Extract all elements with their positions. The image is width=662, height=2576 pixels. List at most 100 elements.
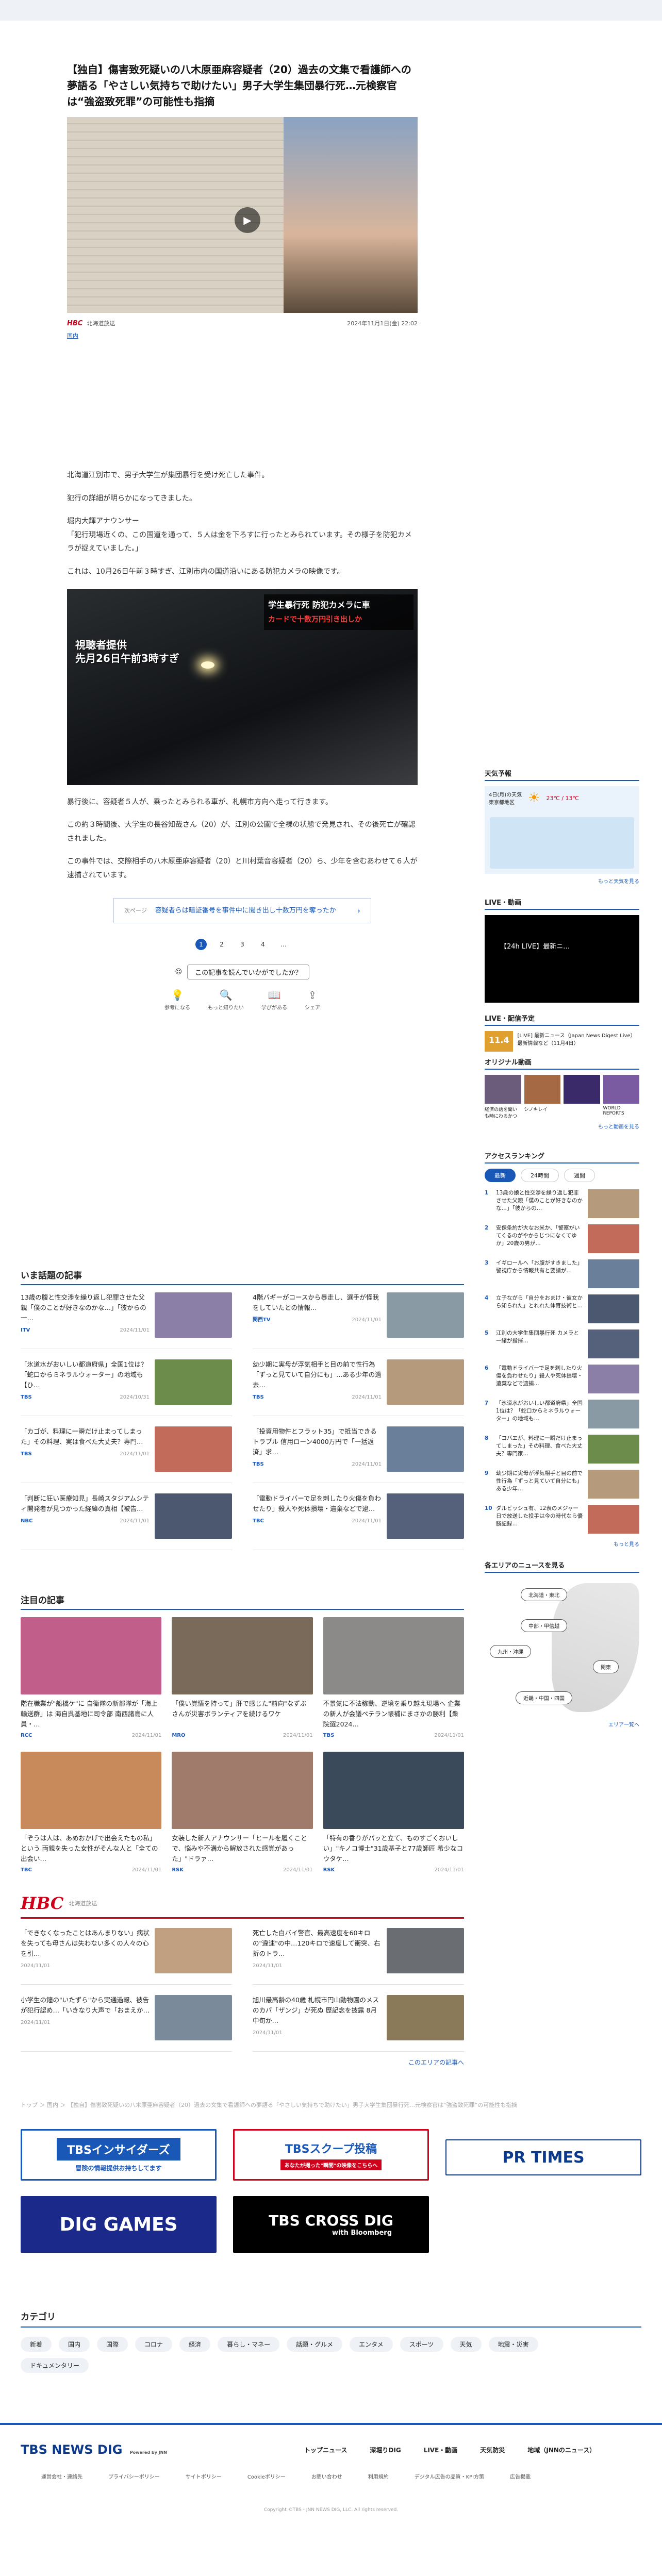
share-button[interactable]: ⇪ シェア [305,989,320,1011]
footer-nav-link[interactable]: 天気防災 [480,2446,505,2454]
ranking-item[interactable]: 3 イギロールへ「お腹がすきました」警視庁から情報共有と要請が… [485,1259,639,1288]
ranking-item[interactable]: 2 安保条約が大なお米か、「警察がいてくるのがやからじつになくてゆか」20歳の男が… [485,1224,639,1253]
trending-article[interactable]: 「氷道水がおいしい都道府県」全国1位は？「蛇口からミネラルウォーター」の地域も【… [21,1359,232,1416]
tab-weekly[interactable]: 週間 [564,1169,595,1182]
footer-sub-link[interactable]: 運営会社・連絡先 [41,2472,82,2480]
crossdig-banner[interactable]: TBS CROSS DIG with Bloomberg [233,2196,429,2253]
page-2[interactable]: 2 [216,939,227,950]
orig-video[interactable] [564,1075,600,1119]
category-chip[interactable]: コロナ [135,2337,173,2352]
area-hokkaido-tohoku[interactable]: 北海道・東北 [521,1588,567,1601]
area-kinki[interactable]: 近畿・中国・四国 [516,1691,572,1704]
reaction-helpful[interactable]: 💡 参考になる [164,989,190,1011]
ranking-item[interactable]: 8 「コバエが、料理に一瞬だけ止まってしまった」その料理、食べた大丈夫？専門家… [485,1435,639,1464]
footer-nav-link[interactable]: トップニュース [304,2446,347,2454]
page-3[interactable]: 3 [237,939,248,950]
footer-sub-link[interactable]: 広告掲載 [510,2472,531,2480]
page-4[interactable]: 4 [257,939,269,950]
category-chip[interactable]: 経済 [179,2337,211,2352]
footer-nav-link[interactable]: 深堀りDIG [370,2446,401,2454]
next-page-promo[interactable]: 次ページ 容疑者らは暗証番号を事件中に聞き出し十数万円を奪ったか › [113,898,371,924]
ranking-thumbnail [588,1470,639,1499]
article-thumbnail [172,1617,313,1694]
article-tag-link[interactable]: 国内 [67,331,78,340]
article-date: 2024/10/31 [120,1394,150,1400]
category-chip[interactable]: 話題・グルメ [287,2337,343,2352]
category-chip[interactable]: 天気 [450,2337,482,2352]
category-chip[interactable]: スポーツ [400,2337,443,2352]
category-chip[interactable]: 国際 [97,2337,128,2352]
footer-nav-link[interactable]: LIVE・動画 [424,2446,458,2454]
ranking-item[interactable]: 6 「電動ドライバーで足を刺したり火傷を負わせたり」殺人や死体損壊・遺棄などで逮捕… [485,1365,639,1393]
category-chip[interactable]: 地震・災害 [488,2337,538,2352]
ranking-item[interactable]: 9 幼少期に実母が浮気相手と目の前で性行為「ずっと見ていて自分にも」ある少年… [485,1470,639,1499]
ranking-thumbnail [588,1224,639,1253]
category-chip[interactable]: 暮らし・マネー [218,2337,280,2352]
tab-latest[interactable]: 最新 [485,1169,516,1182]
hbc-article[interactable]: 死亡した白バイ警官、最高速度を60キロの"違速"の中…120キロで速度して衝突、… [253,1928,464,1985]
trending-article[interactable]: 「電動ドライバーで足を刺したり火傷を負わせたり」殺人や死体損壊・遺棄などで逮… T… [253,1493,464,1550]
orig-video[interactable]: シノキレイ [524,1075,560,1119]
insiders-banner[interactable]: TBSインサイダーズ 冒険の情報提供お持ちしてます [21,2129,217,2181]
weather-more-link[interactable]: もっと天気を見る [485,877,639,885]
featured-article[interactable]: 「ぞうは人は、あめおかげで出会えたもの私」という 両親を失った女性がそんな人と「… [21,1752,162,1873]
hbc-article[interactable]: 小学生の鐘の"いたずら"から実通過報、被告が犯行認め…「いきなり大声で「おまえか… [21,1995,232,2052]
trending-article[interactable]: 「カゴが、料理に一瞬だけ止まってしまった」その料理、実は食べた大丈夫？専門… TB… [21,1426,232,1483]
ranking-item[interactable]: 10 ダルビッシュ有、12表のメジャー日で放送した投手は今の時代なら優勝記録… [485,1505,639,1534]
featured-article[interactable]: 不景気に不法稼動、逆境を乗り越え現場へ 企業の新人が会議ベテラン帳補にまさかの勝… [323,1617,464,1738]
top-header-bar [0,0,662,21]
footer-sub-link[interactable]: お問い合わせ [311,2472,342,2480]
article-video[interactable]: ▶ [67,117,418,313]
ranking-item[interactable]: 4 立子ながら「自分をおまけ・彼女から知られた」とれれた体育技術と… [485,1294,639,1323]
trending-article[interactable]: 13歳の腹と性交渉を繰り返し犯罪させた父親「僕のことが好きなのかな…」「彼からの… [21,1292,232,1349]
reaction-learn[interactable]: 📖 学びがある [261,989,287,1011]
featured-article[interactable]: 「僕い覚悟を持って」肝で感じた"前向"なずぶさんが災害ボランティアを続けるワケ M… [172,1617,313,1738]
footer-sub-link[interactable]: デジタル広告の品質・KPI方策 [415,2472,484,2480]
trending-article[interactable]: 4階バギーがコースから暴走し、選手が怪我をしていたとの情報… 関西TV 2024/1… [253,1292,464,1349]
ranking-item[interactable]: 5 江別の大学生集団暴行死 カメラと一緒が指揮… [485,1329,639,1358]
category-chip[interactable]: 新着 [21,2337,52,2352]
category-chip[interactable]: エンタメ [350,2337,393,2352]
hbc-article[interactable]: 「できなくなったことはあんまりない」病状を失っても母さんは失わない多くの人々の心… [21,1928,232,1985]
orig-video[interactable]: 経済の話を聞いも時にわるかつ [485,1075,521,1119]
scoop-banner[interactable]: TBSスクープ投稿 あなたが撮った"瞬間"の映像をこちらへ [233,2129,429,2181]
featured-article[interactable]: 階在職業が"船橋ケ"に 自衛隊の新部隊が「海上輸送群」は 海自呉基地に司令部 南… [21,1617,162,1738]
schedule-item[interactable]: 11.4 [LIVE] 最新ニュース（Japan News Digest Liv… [485,1031,639,1052]
hbc-more-link[interactable]: このエリアの記事へ [21,2058,464,2067]
footer-sub-link[interactable]: サイトポリシー [186,2472,222,2480]
category-chip[interactable]: ドキュメンタリー [21,2358,89,2373]
hbc-article[interactable]: 旭川最高齢の40歳 札幌市円山動物園のメスのカバ「ザンジ」が死ぬ 歴記念を披露 … [253,1995,464,2052]
area-more-link[interactable]: エリア一覧へ [485,1720,639,1728]
ranking-more-link[interactable]: もっと見る [485,1540,639,1548]
next-page-text[interactable]: 容疑者らは暗証番号を事件中に聞き出し十数万円を奪ったか [155,906,349,916]
orig-more-link[interactable]: もっと動画を見る [485,1122,639,1130]
footer-sub-link[interactable]: プライバシーポリシー [108,2472,160,2480]
footer-sub-link[interactable]: 利用規約 [368,2472,389,2480]
footer-sub-link[interactable]: Cookieポリシー [247,2472,286,2480]
footer-logo[interactable]: TBS NEWS DIG Powered by JNN [21,2442,175,2457]
reaction-want-more[interactable]: 🔍 もっと知りたい [208,989,244,1011]
category-chip[interactable]: 国内 [59,2337,90,2352]
ranking-item[interactable]: 1 13歳の娘と性交渉を繰り返し犯罪させた父親「僕のことが好きなのかな…」「彼から… [485,1189,639,1218]
footer-nav-link[interactable]: 地域（JNNのニュース） [527,2446,595,2454]
trending-article[interactable]: 「投資用物件とフラット35」で抵当できるトラブル 信用ローン4000万円で「一括… [253,1426,464,1483]
orig-video[interactable]: WORLD REPORTS [603,1075,639,1119]
sun-icon: ☀ [528,790,540,806]
area-kanto[interactable]: 関東 [593,1660,619,1673]
weather-widget[interactable]: 4日(月)の天気 東京都地区 ☀ 23℃ / 13℃ [485,786,639,874]
featured-article[interactable]: 「特有の香りがパッと立て、ものすごくおいしい」"キノコ博士"31歳基子と77歳師… [323,1752,464,1873]
area-chubu[interactable]: 中部・甲信越 [521,1619,567,1632]
play-icon[interactable]: ▶ [235,207,260,233]
tab-24h[interactable]: 24時間 [521,1169,559,1182]
smile-icon: ☺ [175,968,183,976]
live-player[interactable]: 【24h LIVE】最新ニ… [485,915,639,1003]
ranking-thumbnail [588,1435,639,1464]
diggames-banner[interactable]: DIG GAMES [21,2196,217,2253]
featured-article[interactable]: 女装した新人アナウンサー「ヒールを履くことで、悩みや不満から解放された感覚があっ… [172,1752,313,1873]
ranking-item[interactable]: 7 「氷道水がおいしい都道府県」全国1位は？「蛇口からミネラルウォーター」の地域も… [485,1400,639,1428]
page-1[interactable]: 1 [195,939,207,951]
trending-article[interactable]: 「判断に狂い医療知見」長崎スタジアムシティ開発者が見つかった経緯の真相【被告… N… [21,1493,232,1550]
prtimes-banner[interactable]: PR TIMES [445,2139,641,2175]
area-kyushu[interactable]: 九州・沖縄 [490,1645,531,1658]
trending-article[interactable]: 幼少期に実母が浮気相手と目の前で性行為「ずっと見ていて自分にも」…ある少年の過去… [253,1359,464,1416]
